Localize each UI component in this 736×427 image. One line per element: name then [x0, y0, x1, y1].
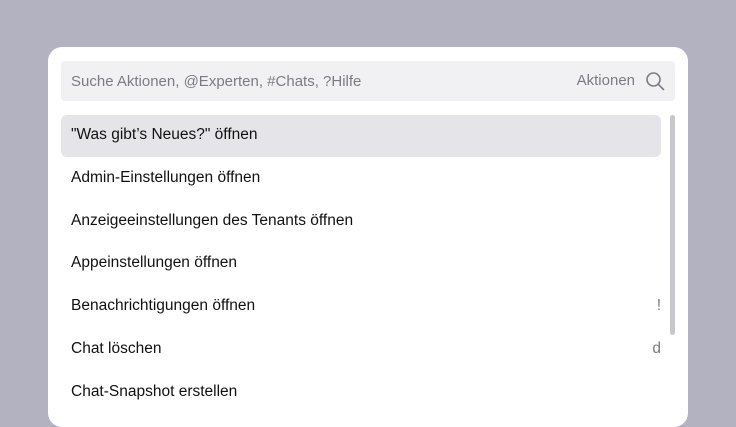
action-label: Anzeigeeinstellungen des Tenants öffnen — [71, 211, 354, 229]
search-input[interactable] — [71, 61, 551, 101]
action-label: "Was gibt’s Neues?" öffnen — [71, 126, 258, 143]
search-bar[interactable]: Aktionen — [61, 61, 675, 101]
action-label: Chat löschen — [71, 339, 162, 357]
search-scope-label[interactable]: Aktionen — [577, 72, 635, 89]
action-label: Benachrichtigungen öffnen — [71, 297, 256, 315]
action-label: Admin-Einstellungen öffnen — [71, 168, 261, 186]
search-icon[interactable] — [645, 71, 665, 91]
action-item-delete-chat[interactable]: Chat löschen d — [61, 329, 661, 371]
action-item-app-settings[interactable]: Appeinstellungen öffnen — [61, 243, 661, 285]
action-label: Chat-Snapshot erstellen — [71, 382, 238, 400]
command-palette: Aktionen "Was gibt’s Neues?" öffnen Admi… — [48, 47, 688, 427]
action-item-notifications[interactable]: Benachrichtigungen öffnen ! — [61, 286, 661, 328]
list-scrollbar[interactable] — [670, 115, 675, 335]
action-shortcut: d — [652, 339, 661, 357]
action-shortcut: ! — [656, 297, 661, 315]
action-item-tenant-display-settings[interactable]: Anzeigeeinstellungen des Tenants öffnen — [61, 201, 661, 243]
action-item-whats-new[interactable]: "Was gibt’s Neues?" öffnen — [61, 115, 661, 157]
action-list: "Was gibt’s Neues?" öffnen Admin-Einstel… — [61, 115, 661, 427]
action-item-admin-settings[interactable]: Admin-Einstellungen öffnen — [61, 158, 661, 200]
action-label: Appeinstellungen öffnen — [71, 254, 238, 272]
action-item-chat-snapshot[interactable]: Chat-Snapshot erstellen — [61, 372, 661, 414]
